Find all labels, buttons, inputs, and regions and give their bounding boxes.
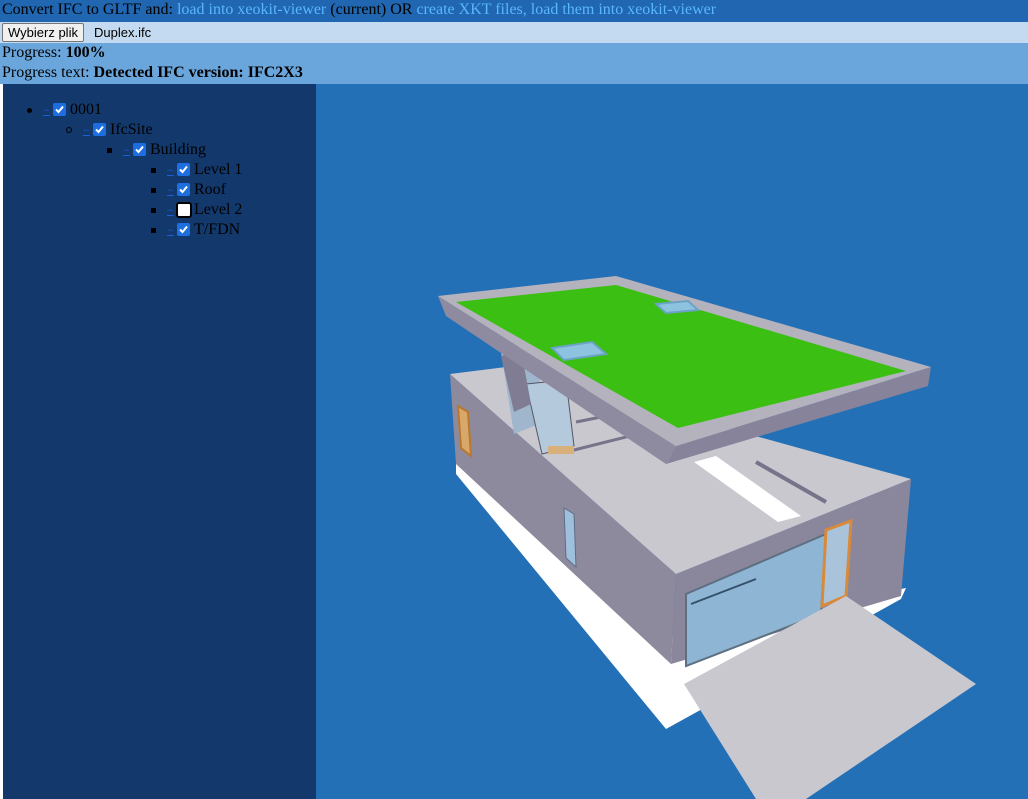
- check-icon: [135, 145, 144, 154]
- check-icon: [55, 105, 64, 114]
- progress-row: Progress: 100%: [0, 43, 1028, 63]
- tree-checkbox[interactable]: [177, 163, 190, 176]
- tree-bullet-icon: [105, 140, 113, 160]
- top-bar: Convert IFC to GLTF and: load into xeoki…: [0, 0, 1028, 22]
- progress-panel: Progress: 100% Progress text: Detected I…: [0, 43, 1028, 84]
- tree-toggle[interactable]: −: [43, 100, 50, 120]
- header-current: (current) OR: [330, 1, 413, 18]
- tree-toggle[interactable]: −: [167, 220, 174, 240]
- check-icon: [179, 225, 188, 234]
- side-window: [563, 507, 577, 569]
- tree-checkbox[interactable]: [177, 183, 190, 196]
- check-icon: [179, 185, 188, 194]
- tree-node-label: Level 2: [194, 201, 243, 218]
- tree-bullet-icon: [149, 200, 157, 220]
- tree-bullet-icon: [149, 160, 157, 180]
- tree-toggle[interactable]: −: [167, 200, 174, 220]
- tree-checkbox[interactable]: [133, 143, 146, 156]
- tree-node-label: Level 1: [194, 161, 243, 178]
- tree-sidebar: − 0001 − IfcSite − Building − Level 1 − Roof − Leve…: [0, 84, 316, 799]
- tree-bullet-icon: [149, 180, 157, 200]
- tree-bullet-icon: [65, 120, 73, 140]
- building-model: [438, 276, 976, 799]
- tree-checkbox[interactable]: [177, 223, 190, 236]
- tree-node-label: Roof: [194, 181, 226, 198]
- progress-text-label: Progress text:: [2, 64, 90, 81]
- file-bar: Wybierz plik Duplex.ifc: [0, 22, 1028, 43]
- tree-node-label: Building: [150, 141, 207, 158]
- file-name: Duplex.ifc: [94, 25, 152, 40]
- tree-toggle[interactable]: −: [167, 160, 174, 180]
- tree-node-label: 0001: [70, 101, 102, 118]
- 3d-viewer-canvas[interactable]: [316, 84, 1028, 799]
- front-door: [820, 518, 853, 609]
- tree-checkbox[interactable]: [93, 123, 106, 136]
- tree-bullet-icon: [149, 220, 157, 240]
- tree-toggle[interactable]: −: [83, 120, 90, 140]
- check-icon: [95, 125, 104, 134]
- progress-value: 100%: [65, 44, 106, 61]
- tree-node-label: T/FDN: [194, 221, 241, 238]
- tree-toggle[interactable]: −: [123, 140, 130, 160]
- tree-checkbox[interactable]: [176, 202, 192, 218]
- progress-text-value: Detected IFC version: IFC2X3: [93, 64, 303, 81]
- choose-file-button[interactable]: Wybierz plik: [2, 23, 84, 42]
- tree-bullet-icon: [25, 100, 33, 120]
- tree-toggle[interactable]: −: [167, 180, 174, 200]
- tree-node-label: IfcSite: [110, 121, 153, 138]
- check-icon: [179, 165, 188, 174]
- stair-landing: [548, 446, 574, 454]
- progress-text-row: Progress text: Detected IFC version: IFC…: [0, 63, 1028, 83]
- tree-checkbox[interactable]: [53, 103, 66, 116]
- load-viewer-link[interactable]: load into xeokit-viewer: [177, 1, 326, 18]
- progress-label: Progress:: [2, 44, 62, 61]
- create-xkt-link[interactable]: create XKT files, load them into xeokit-…: [416, 1, 716, 18]
- header-prefix: Convert IFC to GLTF and:: [2, 1, 173, 18]
